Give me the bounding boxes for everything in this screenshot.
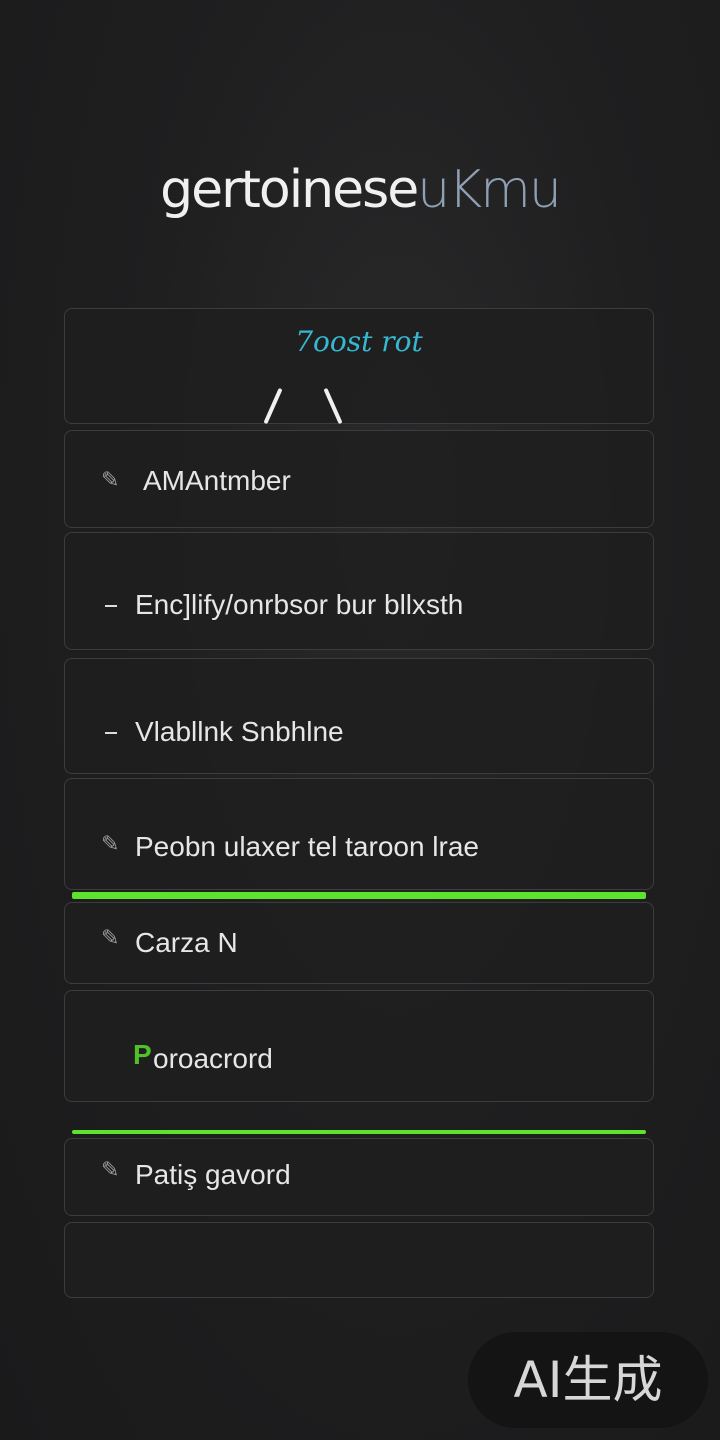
list-item-label: Peobn ulaxer tel taroon lrae (135, 831, 479, 862)
pen-icon: ✎ (101, 1157, 120, 1182)
app-title-accent: uKmu (417, 160, 562, 220)
slash-left-icon (263, 387, 283, 425)
list-item-enclify[interactable]: Enc]lify/onrbsor bur bllxsth (64, 532, 654, 650)
watermark-badge: AI生成 (468, 1332, 708, 1428)
list-item-oroacrord[interactable]: P oroacrord (64, 990, 654, 1102)
pen-icon: ✎ (101, 831, 120, 856)
list-item-empty[interactable] (64, 1222, 654, 1298)
list-item-label: Patiş gavord (135, 1159, 291, 1190)
list-item-label: oroacrord (153, 1043, 273, 1074)
dash-icon (105, 605, 117, 607)
dash-icon (105, 732, 117, 734)
pen-icon: ✎ (101, 467, 120, 492)
list-item-patis-gavord[interactable]: ✎ Patiş gavord (64, 1138, 654, 1216)
list-item-amantmber[interactable]: ✎ AMAntmber (64, 430, 654, 528)
list-item-vlabllnk[interactable]: Vlabllnk Snbhlne (64, 658, 654, 774)
list-item-peobn[interactable]: ✎ Peobn ulaxer tel taroon lrae (64, 778, 654, 890)
header-card: 7oost rot (64, 308, 654, 425)
pen-icon: ✎ (101, 925, 120, 950)
header-card-heading: 7oost rot (295, 325, 423, 358)
app-title-main: gertoinese (160, 160, 419, 220)
progress-bar-1 (72, 892, 646, 899)
list-item-carza[interactable]: ✎ Carza N (64, 902, 654, 984)
app-title: gertoineseuKmu (0, 160, 720, 220)
list-item-label: Vlabllnk Snbhlne (135, 716, 344, 747)
list-item-label: Enc]lify/onrbsor bur bllxsth (135, 589, 464, 620)
list-item-label: AMAntmber (143, 465, 291, 496)
progress-bar-2 (72, 1130, 646, 1134)
slash-right-icon (323, 387, 343, 425)
list-item-label: Carza N (135, 927, 238, 958)
